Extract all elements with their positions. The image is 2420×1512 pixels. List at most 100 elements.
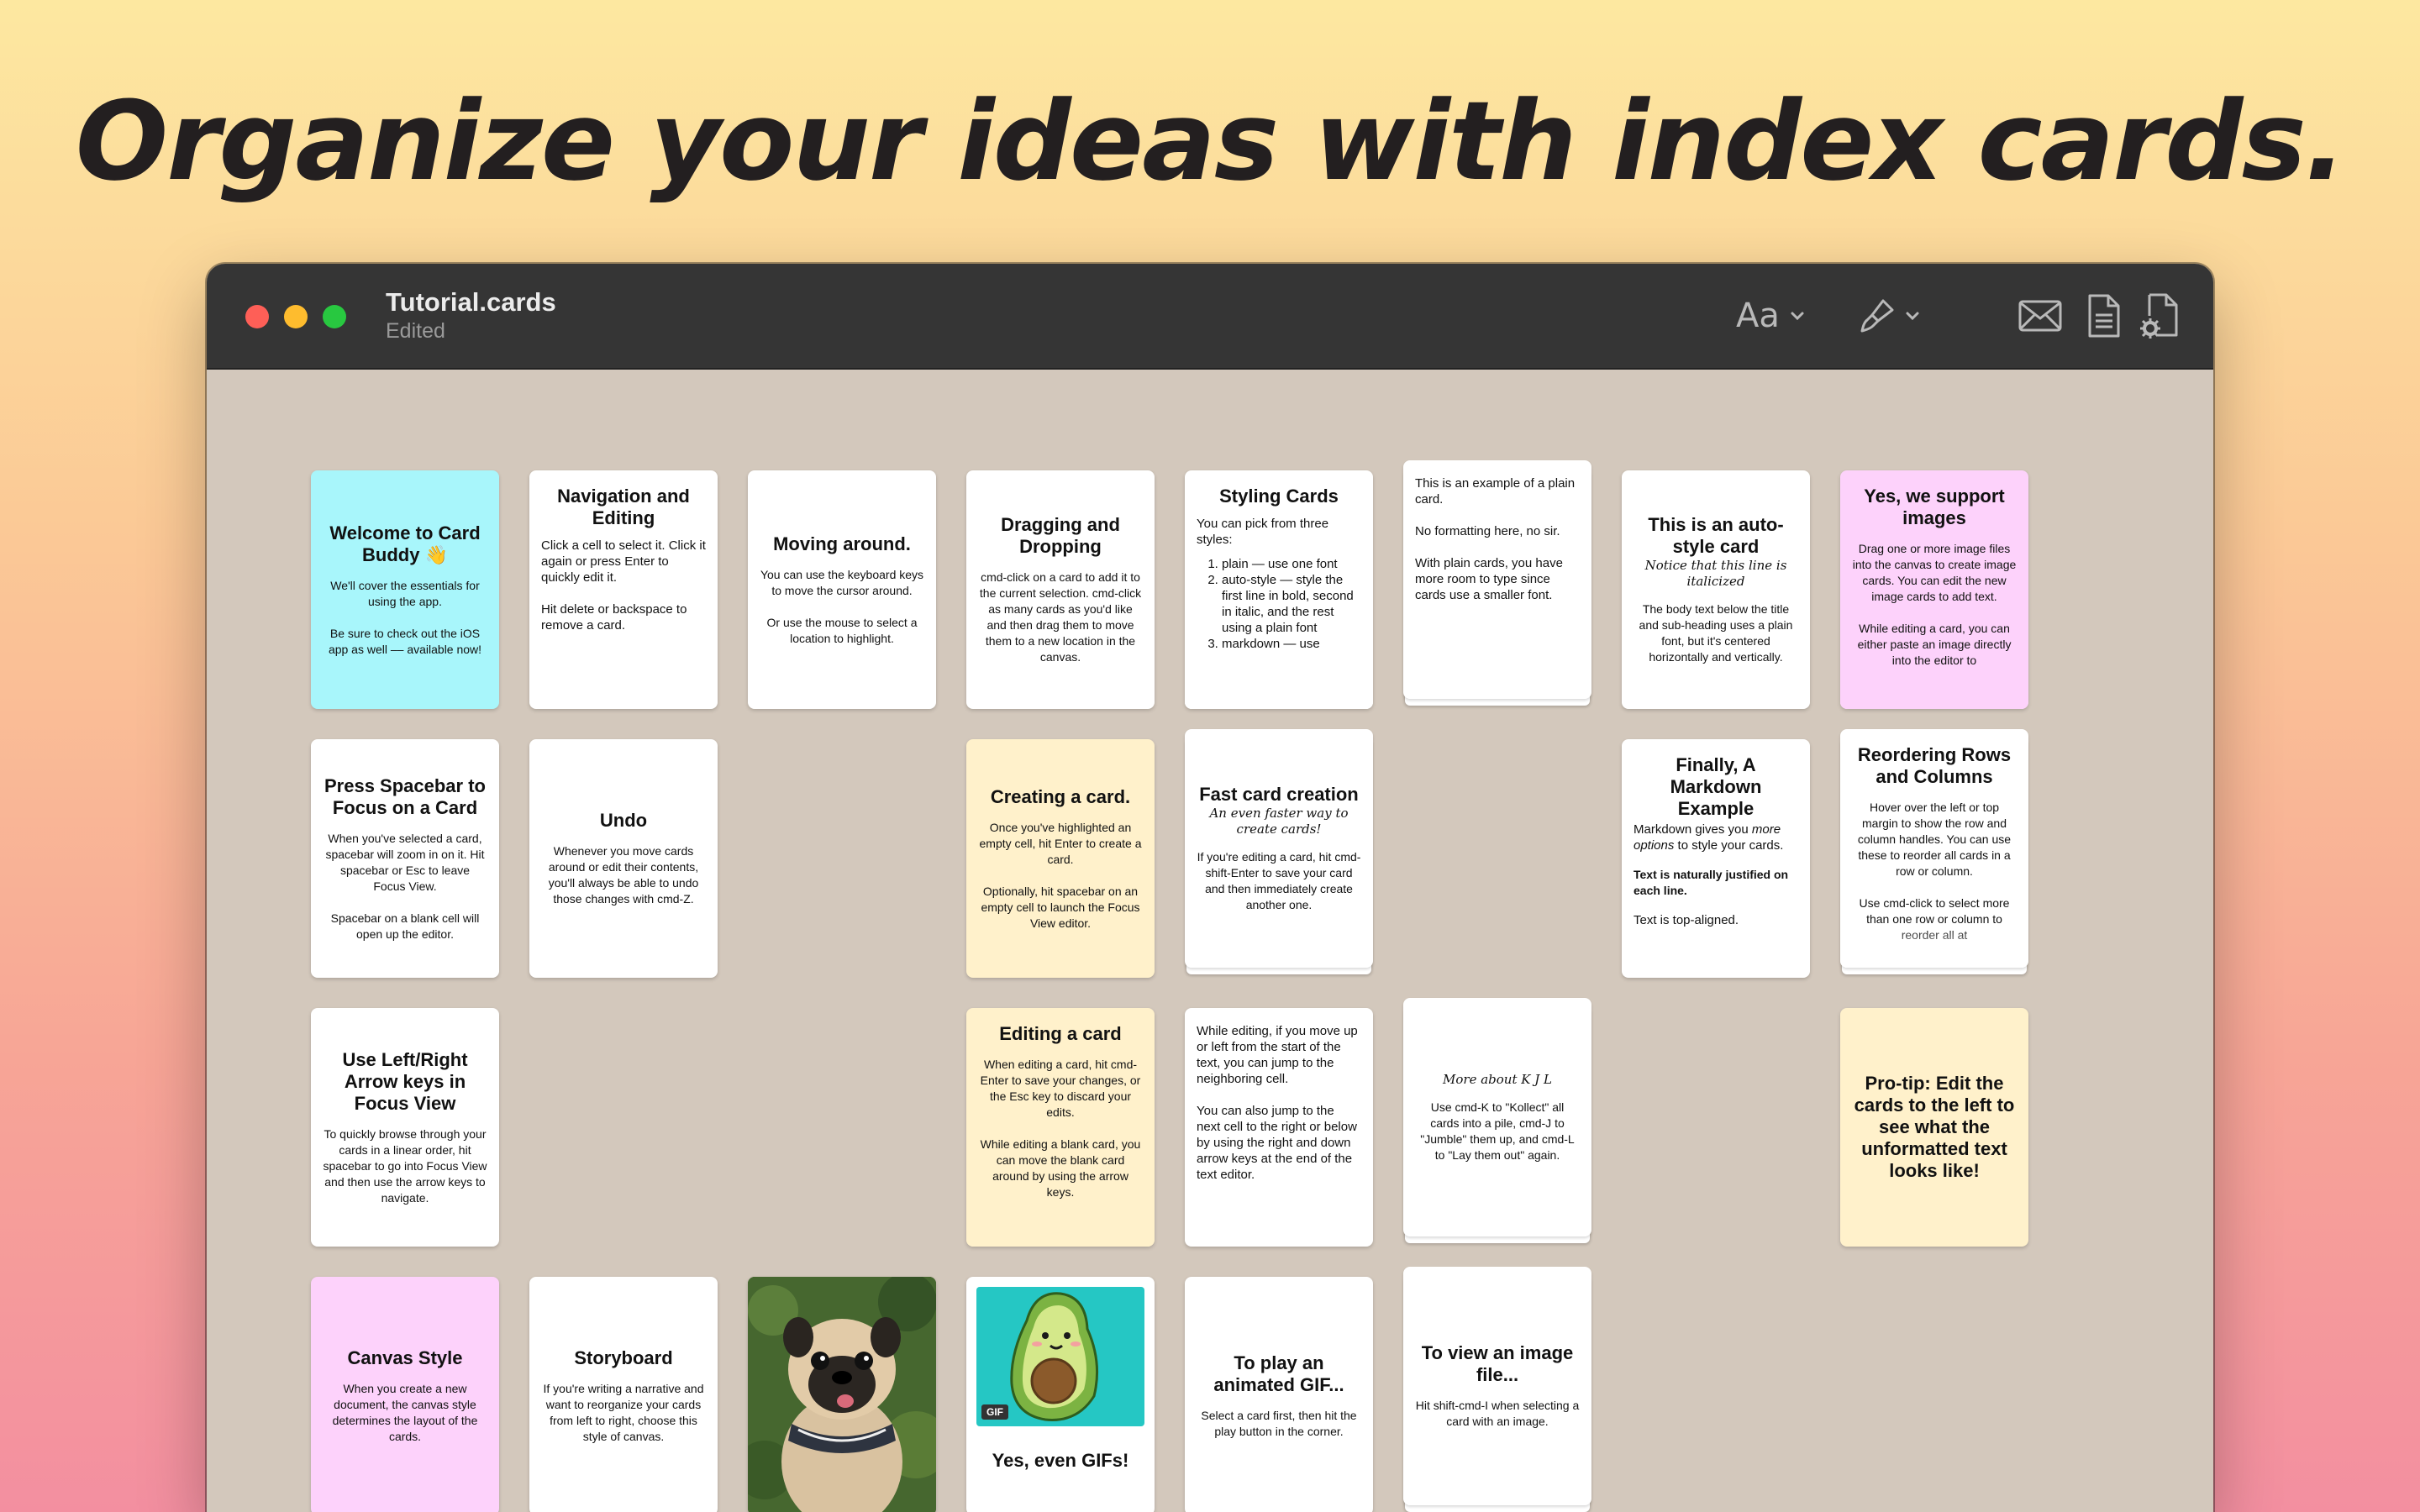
card-body: While editing, if you move up or left fr… xyxy=(1197,1024,1358,1182)
card-body: We'll cover the essentials for using the… xyxy=(328,578,482,656)
list-item: markdown — use xyxy=(1222,636,1361,652)
document-settings-icon xyxy=(2140,293,2178,339)
mail-icon xyxy=(2018,300,2062,332)
title-bar: Tutorial.cards Edited Aa xyxy=(207,264,2213,370)
card-view-image[interactable]: To view an image file... Hit shift-cmd-I… xyxy=(1403,1267,1591,1505)
headline: Organize your ideas with index cards. xyxy=(75,77,2347,205)
card-title: Moving around. xyxy=(773,533,911,554)
card-bold-text: Text is naturally justified on each line… xyxy=(1634,868,1791,897)
document-icon xyxy=(2088,294,2120,338)
chevron-down-icon xyxy=(1791,312,1804,321)
card-title: Storyboard xyxy=(574,1347,673,1368)
card-markdown[interactable]: Finally, A Markdown Example Markdown giv… xyxy=(1622,739,1810,978)
card-canvas[interactable]: Welcome to Card Buddy 👋 We'll cover the … xyxy=(207,370,2213,1512)
card-gif[interactable]: GIF Yes, even GIFs! xyxy=(966,1277,1155,1512)
share-mail-button[interactable] xyxy=(2018,292,2063,339)
document-title: Tutorial.cards xyxy=(386,287,556,317)
card-body: You can use the keyboard keys to move th… xyxy=(760,567,924,645)
card-title: Styling Cards xyxy=(1219,486,1339,507)
card-images[interactable]: Yes, we support images Drag one or more … xyxy=(1840,470,2028,709)
card-body: If you're editing a card, hit cmd-shift-… xyxy=(1197,850,1361,911)
card-title: Undo xyxy=(599,810,648,831)
card-play-gif[interactable]: To play an animated GIF... Select a card… xyxy=(1185,1277,1373,1512)
card-title: Yes, even GIFs! xyxy=(992,1450,1129,1471)
card-body: If you're writing a narrative and want t… xyxy=(543,1382,708,1443)
card-navigation[interactable]: Navigation and Editing Click a cell to s… xyxy=(529,470,718,709)
app-window: Tutorial.cards Edited Aa Welcome to Card… xyxy=(207,264,2213,1512)
minimize-window-button[interactable] xyxy=(284,305,308,328)
font-label: Aa xyxy=(1736,297,1780,335)
card-body: Markdown gives you more options to style… xyxy=(1634,822,1785,853)
card-subtitle: More about K J L xyxy=(1443,1071,1552,1087)
card-undo[interactable]: Undo Whenever you move cards around or e… xyxy=(529,739,718,978)
card-title: Navigation and Editing xyxy=(557,486,690,528)
card-title: Canvas Style xyxy=(347,1347,463,1368)
card-styling[interactable]: Styling Cards You can pick from three st… xyxy=(1185,470,1373,709)
close-window-button[interactable] xyxy=(245,305,269,328)
paintbrush-icon xyxy=(1860,299,1894,333)
style-menu-button[interactable] xyxy=(1858,292,1922,339)
card-arrow-keys[interactable]: Use Left/Right Arrow keys in Focus View … xyxy=(311,1008,499,1247)
list-item: plain — use one font xyxy=(1222,556,1361,572)
card-subtitle: Notice that this line is italicized xyxy=(1644,558,1787,589)
card-title: Use Left/Right Arrow keys in Focus View xyxy=(342,1048,468,1114)
card-title: Finally, A Markdown Example xyxy=(1670,754,1762,819)
card-creating[interactable]: Creating a card. Once you've highlighted… xyxy=(966,739,1155,978)
card-auto-style[interactable]: This is an auto-style card Notice that t… xyxy=(1622,470,1810,709)
gif-badge: GIF xyxy=(981,1404,1008,1420)
card-spacebar[interactable]: Press Spacebar to Focus on a Card When y… xyxy=(311,739,499,978)
card-storyboard[interactable]: Storyboard If you're writing a narrative… xyxy=(529,1277,718,1512)
pug-photo xyxy=(748,1277,936,1512)
card-kjl[interactable]: More about K J L Use cmd-K to "Kollect" … xyxy=(1403,998,1591,1236)
card-body: Hit shift-cmd-I when selecting a card wi… xyxy=(1415,1399,1583,1428)
card-body: This is an example of a plain card. No f… xyxy=(1415,476,1576,602)
style-list: plain — use one font auto-style — style … xyxy=(1197,556,1361,652)
card-jump[interactable]: While editing, if you move up or left fr… xyxy=(1185,1008,1373,1247)
card-body: Whenever you move cards around or edit t… xyxy=(548,844,702,906)
card-title: Editing a card xyxy=(999,1023,1122,1044)
card-plain[interactable]: This is an example of a plain card. No f… xyxy=(1403,460,1591,699)
card-body: To quickly browse through your cards in … xyxy=(323,1126,491,1205)
card-title: Yes, we support images xyxy=(1864,486,2005,528)
card-title: Pro-tip: Edit the cards to the left to s… xyxy=(1854,1073,2015,1181)
card-body: Once you've highlighted an empty cell, h… xyxy=(979,820,1142,930)
fullscreen-window-button[interactable] xyxy=(323,305,346,328)
card-title: To play an animated GIF... xyxy=(1213,1352,1344,1395)
card-body: Drag one or more image files into the ca… xyxy=(1852,542,2017,667)
document-settings-button[interactable] xyxy=(2139,292,2181,339)
export-document-button[interactable] xyxy=(2086,292,2122,339)
card-subtitle: An even faster way to create cards! xyxy=(1209,806,1349,837)
card-body: Text is top-aligned. xyxy=(1634,913,1739,927)
gif-image: GIF xyxy=(976,1287,1144,1426)
card-title: Reordering Rows and Columns xyxy=(1857,744,2012,787)
card-fast-creation[interactable]: Fast card creation An even faster way to… xyxy=(1185,729,1373,968)
card-body: You can pick from three styles: xyxy=(1197,517,1333,547)
card-title: Dragging and Dropping xyxy=(1001,514,1120,557)
chevron-down-icon xyxy=(1906,312,1919,321)
card-editing[interactable]: Editing a card When editing a card, hit … xyxy=(966,1008,1155,1247)
card-title: Press Spacebar to Focus on a Card xyxy=(324,774,486,818)
card-body: cmd-click on a card to add it to the cur… xyxy=(979,570,1144,664)
card-title: Welcome to Card Buddy 👋 xyxy=(329,522,481,565)
card-body: Hover over the left or top margin to sho… xyxy=(1857,801,2012,942)
card-reorder[interactable]: Reordering Rows and Columns Hover over t… xyxy=(1840,729,2028,968)
card-title: Fast card creation xyxy=(1199,784,1359,805)
card-moving-around[interactable]: Moving around. You can use the keyboard … xyxy=(748,470,936,709)
card-body: Use cmd-K to "Kollect" all cards into a … xyxy=(1420,1100,1578,1162)
card-title: This is an auto-style card xyxy=(1648,514,1784,557)
card-dragging[interactable]: Dragging and Dropping cmd-click on a car… xyxy=(966,470,1155,709)
font-menu-button[interactable]: Aa xyxy=(1736,292,1807,339)
card-pro-tip[interactable]: Pro-tip: Edit the cards to the left to s… xyxy=(1840,1008,2028,1247)
card-title: Creating a card. xyxy=(990,785,1131,807)
card-title: To view an image file... xyxy=(1421,1342,1574,1385)
card-body: When you create a new document, the canv… xyxy=(332,1382,481,1443)
card-body: The body text below the title and sub-he… xyxy=(1639,602,1797,664)
card-body: Click a cell to select it. Click it agai… xyxy=(541,538,706,633)
card-body: When editing a card, hit cmd-Enter to sa… xyxy=(980,1058,1141,1199)
list-item: auto-style — style the first line in bol… xyxy=(1222,572,1361,636)
card-body: When you've selected a card, spacebar wi… xyxy=(325,831,485,941)
document-status: Edited xyxy=(386,319,445,343)
card-canvas-style[interactable]: Canvas Style When you create a new docum… xyxy=(311,1277,499,1512)
card-pug-image[interactable] xyxy=(748,1277,936,1512)
card-welcome[interactable]: Welcome to Card Buddy 👋 We'll cover the … xyxy=(311,470,499,709)
